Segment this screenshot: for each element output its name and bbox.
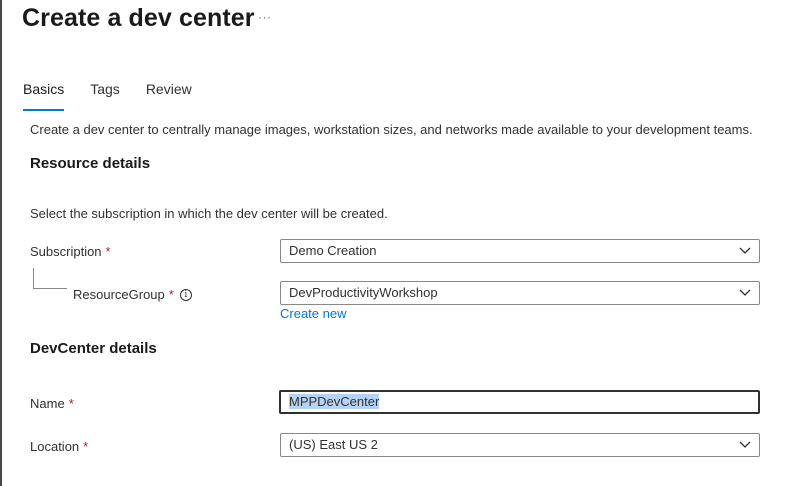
required-marker: *: [83, 439, 89, 454]
resource-group-value: DevProductivityWorkshop: [289, 285, 438, 300]
subscription-dropdown[interactable]: Demo Creation: [280, 239, 760, 263]
resource-details-subtitle: Select the subscription in which the dev…: [30, 206, 388, 221]
tab-review[interactable]: Review: [146, 81, 192, 105]
subscription-label: Subscription *: [30, 244, 111, 259]
location-label-text: Location: [30, 439, 80, 454]
tree-connector-vertical: [33, 268, 34, 288]
subscription-label-text: Subscription: [30, 244, 102, 259]
required-marker: *: [168, 287, 174, 302]
required-marker: *: [105, 244, 111, 259]
tab-bar: Basics Tags Review: [23, 81, 218, 111]
chevron-down-icon: [739, 289, 751, 296]
resource-group-label-text: ResourceGroup: [73, 287, 165, 302]
create-new-link[interactable]: Create new: [280, 306, 346, 321]
location-value: (US) East US 2: [289, 437, 378, 452]
name-label-text: Name: [30, 396, 65, 411]
page-title: Create a dev center: [22, 4, 255, 32]
name-input-value: MPPDevCenter: [289, 394, 380, 409]
info-icon[interactable]: i: [179, 288, 192, 301]
chevron-down-icon: [739, 441, 751, 448]
location-dropdown[interactable]: (US) East US 2: [280, 433, 760, 457]
ellipsis-icon[interactable]: ···: [258, 10, 272, 24]
resource-group-label: ResourceGroup * i: [73, 287, 192, 302]
tree-connector-horizontal: [33, 288, 67, 289]
required-marker: *: [68, 396, 74, 411]
chevron-down-icon: [739, 247, 751, 254]
tab-basics[interactable]: Basics: [23, 81, 65, 111]
window-left-border: [0, 0, 2, 486]
resource-group-dropdown[interactable]: DevProductivityWorkshop: [280, 281, 760, 305]
name-input[interactable]: MPPDevCenter: [279, 390, 760, 414]
intro-text: Create a dev center to centrally manage …: [30, 122, 753, 137]
devcenter-details-heading: DevCenter details: [30, 340, 157, 357]
location-label: Location *: [30, 439, 88, 454]
resource-details-heading: Resource details: [30, 155, 151, 172]
subscription-value: Demo Creation: [289, 243, 377, 258]
tab-tags[interactable]: Tags: [90, 81, 120, 105]
name-label: Name *: [30, 396, 74, 411]
